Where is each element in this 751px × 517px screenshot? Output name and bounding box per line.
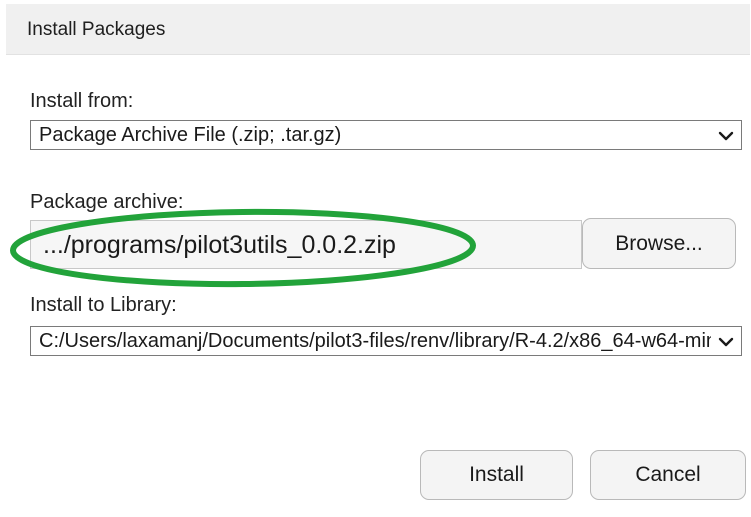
install-from-select[interactable]: Package Archive File (.zip; .tar.gz) (30, 120, 742, 150)
install-to-library-select[interactable]: C:/Users/laxamanj/Documents/pilot3-files… (30, 326, 742, 356)
chevron-down-icon (718, 337, 734, 347)
dialog-title: Install Packages (27, 19, 166, 40)
browse-button[interactable]: Browse... (582, 218, 736, 269)
cancel-button[interactable]: Cancel (590, 450, 746, 500)
install-from-label: Install from: (30, 90, 134, 112)
install-from-value: Package Archive File (.zip; .tar.gz) (39, 124, 342, 146)
package-archive-path: .../programs/pilot3utils_0.0.2.zip (43, 231, 396, 259)
package-archive-field[interactable]: .../programs/pilot3utils_0.0.2.zip (30, 220, 582, 269)
chevron-down-icon (718, 131, 734, 141)
install-to-library-label: Install to Library: (30, 294, 177, 316)
title-bar: Install Packages (6, 4, 750, 55)
install-button[interactable]: Install (420, 450, 573, 500)
package-archive-label: Package archive: (30, 191, 184, 213)
install-packages-dialog: Install Packages Install from: Package A… (6, 4, 750, 514)
install-to-library-value: C:/Users/laxamanj/Documents/pilot3-files… (39, 330, 711, 352)
